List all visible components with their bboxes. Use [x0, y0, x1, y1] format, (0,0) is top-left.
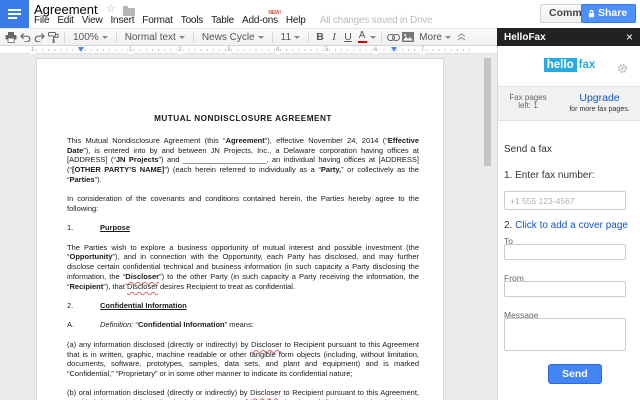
send-button[interactable]: Send [548, 364, 602, 384]
underline-button[interactable]: U [342, 29, 354, 45]
menu-format[interactable]: Format [142, 15, 172, 26]
menu-edit[interactable]: Edit [57, 15, 73, 26]
google-docs-icon [0, 0, 29, 29]
document-area: MUTUAL NONDISCLOSURE AGREEMENT This Mutua… [0, 54, 497, 400]
doc-paragraph: The Parties wish to explore a business o… [67, 243, 419, 292]
redo-icon[interactable] [33, 29, 45, 45]
chevron-down-icon [370, 36, 376, 39]
italic-button[interactable]: I [328, 29, 340, 45]
close-icon[interactable]: × [626, 31, 633, 43]
save-status: All changes saved in Drive [320, 15, 433, 26]
chevron-down-icon [179, 36, 185, 39]
doc-paragraph: (a) any information disclosed (directly … [67, 340, 419, 379]
step2-label: 2. Click to add a cover page [504, 220, 628, 231]
doc-paragraph: 2.Confidential Information [67, 301, 419, 311]
insert-image-icon[interactable] [402, 29, 414, 45]
text-color-button[interactable]: A [356, 29, 368, 45]
menu-tools[interactable]: Tools [181, 15, 203, 26]
vertical-scrollbar[interactable] [484, 58, 491, 166]
hellofax-sidebar: hellofax Fax pages left: 1 Upgrade for m… [497, 46, 640, 400]
fax-quota-box: Fax pages left: 1 Upgrade for more fax p… [498, 86, 640, 121]
paint-format-icon[interactable] [47, 29, 59, 45]
menubar: File Edit View Insert Format Tools Table… [34, 15, 432, 26]
message-textarea[interactable] [504, 318, 626, 351]
zoom-select[interactable]: 100% [70, 32, 111, 43]
doc-paragraph: 1.Purpose [67, 223, 419, 233]
chevron-down-icon [445, 36, 451, 39]
ruler-number: 4 [275, 46, 280, 54]
document-content: MUTUAL NONDISCLOSURE AGREEMENT This Mutua… [67, 114, 419, 400]
share-button[interactable]: Share [581, 4, 636, 23]
star-icon[interactable]: ☆ [106, 4, 116, 15]
ruler: 1 1 2 3 4 5 6 7 [0, 46, 497, 54]
ruler-number: 2 [177, 46, 182, 54]
ruler-ticks [36, 49, 470, 51]
ruler-number: 1 [128, 46, 133, 54]
ruler-number: 5 [324, 46, 329, 54]
font-size-select[interactable]: 11 [278, 32, 303, 43]
document-page[interactable]: MUTUAL NONDISCLOSURE AGREEMENT This Mutua… [36, 58, 444, 400]
ruler-number: 3 [226, 46, 231, 54]
menu-addons[interactable]: Add-ons NEW! [242, 15, 278, 26]
ruler-number: 6 [373, 46, 378, 54]
chevron-down-icon [294, 36, 300, 39]
doc-paragraph: In consideration of the covenants and co… [67, 194, 419, 214]
ruler-number: 7 [420, 46, 425, 54]
to-input[interactable] [504, 244, 626, 260]
doc-paragraph: This Mutual Nondisclosure Agreement (thi… [67, 136, 419, 185]
new-badge: NEW! [268, 10, 281, 16]
right-indent-marker[interactable] [391, 47, 397, 52]
menu-table[interactable]: Table [211, 15, 234, 26]
google-docs-window: Agreement ☆ File Edit View Insert Format… [0, 0, 640, 400]
from-input[interactable] [504, 281, 626, 297]
send-a-fax-heading: Send a fax [504, 144, 552, 155]
upgrade-subtext: for more fax pages. [558, 106, 640, 113]
insert-link-icon[interactable] [387, 29, 400, 45]
step1-label: 1. Enter fax number: [504, 170, 595, 181]
text-color-swatch [358, 41, 367, 43]
chevron-down-icon [102, 36, 108, 39]
toolbar: 100% Normal text News Cycle 11 B I U A M… [0, 28, 497, 46]
doc-paragraph: MUTUAL NONDISCLOSURE AGREEMENT [67, 114, 419, 124]
sidebar-header: HelloFax × [497, 28, 640, 46]
undo-icon[interactable] [19, 29, 31, 45]
more-button[interactable]: More [416, 32, 454, 43]
ruler-number: 1 [30, 46, 35, 54]
print-icon[interactable] [5, 29, 17, 45]
menu-insert[interactable]: Insert [110, 15, 134, 26]
menu-help[interactable]: Help [286, 15, 306, 26]
lock-icon [588, 9, 595, 18]
add-cover-page-link[interactable]: Click to add a cover page [515, 220, 628, 231]
chevron-down-icon [258, 36, 264, 39]
doc-paragraph: (b) oral information disclosed (directly… [67, 388, 419, 400]
fax-number-input[interactable] [504, 191, 626, 210]
left-indent-marker[interactable] [78, 47, 84, 52]
menu-view[interactable]: View [82, 15, 103, 26]
upgrade-link[interactable]: Upgrade [558, 92, 640, 104]
sidebar-title: HelloFax [504, 32, 546, 43]
collapse-toolbar-icon[interactable] [456, 29, 468, 45]
fax-pages-left: Fax pages left: 1 [498, 87, 558, 120]
gear-icon[interactable] [617, 61, 628, 79]
menu-file[interactable]: File [34, 15, 49, 26]
font-select[interactable]: News Cycle [199, 32, 267, 43]
bold-button[interactable]: B [314, 29, 326, 45]
paragraph-style-select[interactable]: Normal text [122, 32, 188, 43]
doc-paragraph: A.Definition: “Confidential Information”… [67, 320, 419, 330]
